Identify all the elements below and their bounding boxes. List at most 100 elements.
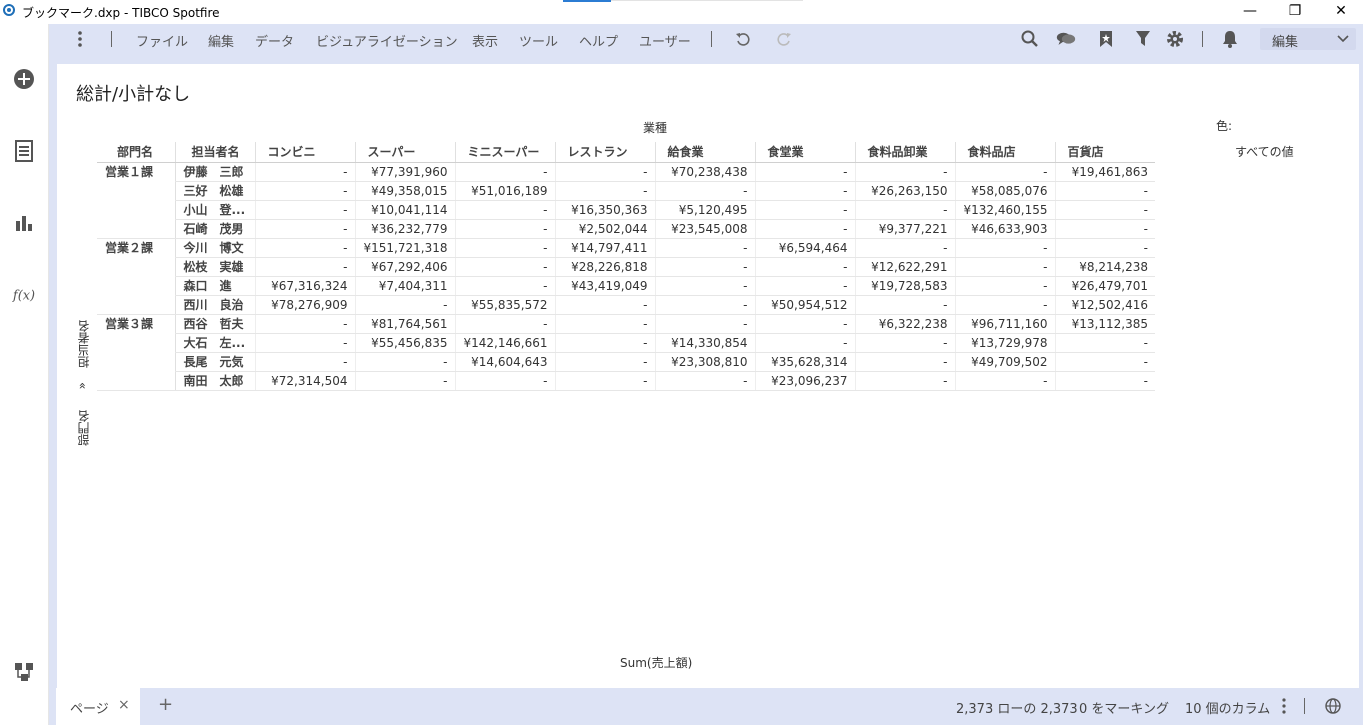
restore-button[interactable]: ❐ [1285,2,1305,20]
value-cell[interactable]: - [554,162,655,182]
value-cell[interactable]: ¥36,232,779 [354,219,455,239]
value-cell[interactable]: ¥55,835,572 [454,295,555,315]
value-cell[interactable]: - [454,314,555,334]
table-row[interactable]: 大石 左... - ¥55,456,835 ¥142,146,661- ¥14,330,… [97,333,1155,353]
person-cell[interactable]: 伊藤 三郎 [174,162,255,182]
value-cell[interactable]: - [654,314,755,334]
menu-tools[interactable]: ツール [519,31,558,50]
value-cell[interactable]: - [754,276,855,296]
value-cell[interactable]: - [754,200,855,220]
value-cell[interactable]: ¥14,604,643 [454,352,555,372]
person-cell[interactable]: 石崎 茂男 [174,219,255,239]
value-cell[interactable]: - [554,181,655,201]
value-cell[interactable]: ¥6,322,238 [854,314,955,334]
notification-bell-icon[interactable] [1220,29,1240,49]
value-cell[interactable]: ¥7,404,311 [354,276,455,296]
value-cell[interactable]: - [1054,333,1155,353]
value-cell[interactable]: ¥72,314,504 [254,371,355,391]
dept-cell[interactable]: 営業３課 [97,314,175,391]
value-cell[interactable]: - [954,371,1055,391]
value-cell[interactable]: ¥50,954,512 [754,295,855,315]
value-cell[interactable]: ¥81,764,561 [354,314,455,334]
value-cell[interactable]: - [654,371,755,391]
menu-user[interactable]: ユーザー [639,31,691,50]
more-vertical-icon[interactable] [70,29,90,49]
row-axis-label-person[interactable]: 担当者名 [75,320,92,368]
value-cell[interactable]: ¥19,728,583 [854,276,955,296]
value-cell[interactable]: ¥23,096,237 [754,371,855,391]
value-cell[interactable]: - [854,371,955,391]
value-cell[interactable]: ¥10,041,114 [354,200,455,220]
value-cell[interactable]: ¥49,709,502 [954,352,1055,372]
minimize-button[interactable]: — [1240,2,1260,20]
menu-data[interactable]: データ [255,31,294,50]
value-cell[interactable]: - [354,352,455,372]
close-page-icon[interactable]: × [118,697,130,713]
value-cell[interactable]: - [1054,219,1155,239]
value-cell[interactable]: - [254,219,355,239]
undo-icon[interactable] [733,29,753,49]
value-cell[interactable]: - [954,238,1055,258]
value-cell[interactable]: - [454,276,555,296]
cross-table[interactable]: 部門名 担当者名 コンビニ スーパー ミニスーパー レストラン 給食業 食堂業 食料品卸業食… [97,142,1155,391]
column-header[interactable]: 食堂業 [754,142,855,163]
data-canvas-icon[interactable] [12,660,36,684]
table-row[interactable]: 営業１課 伊藤 三郎 - ¥77,391,960- - ¥70,238,438- - - ¥19… [97,162,1155,239]
settings-gear-icon[interactable] [1165,29,1185,49]
search-icon[interactable] [1020,29,1040,49]
person-cell[interactable]: 今川 博文 [174,238,255,258]
column-header[interactable]: スーパー [354,142,455,163]
value-cell[interactable]: - [254,257,355,277]
data-panel-icon[interactable] [12,139,36,163]
value-cell[interactable]: - [454,257,555,277]
column-header[interactable]: 食料品店 [954,142,1055,163]
value-cell[interactable]: - [954,257,1055,277]
column-header[interactable]: 百貨店 [1054,142,1155,163]
page-tab[interactable]: ページ × [56,688,140,725]
value-cell[interactable]: ¥12,622,291 [854,257,955,277]
value-cell[interactable]: - [554,371,655,391]
value-cell[interactable]: - [854,352,955,372]
value-cell[interactable]: - [254,162,355,182]
value-cell[interactable]: - [554,333,655,353]
value-cell[interactable]: - [454,219,555,239]
table-row[interactable]: 営業２課 今川 博文 - ¥151,721,318- ¥14,797,411- ¥6,59… [97,238,1155,315]
value-cell[interactable]: - [654,276,755,296]
value-cell[interactable]: ¥9,377,221 [854,219,955,239]
value-cell[interactable]: - [254,314,355,334]
column-header[interactable]: ミニスーパー [454,142,555,163]
dept-cell[interactable]: 営業１課 [97,162,175,239]
person-cell[interactable]: 南田 太郎 [174,371,255,391]
value-cell[interactable]: ¥13,112,385 [1054,314,1155,334]
column-header[interactable]: コンビニ [254,142,355,163]
legend-item[interactable]: すべての値 [1235,143,1294,160]
value-cell[interactable]: - [954,162,1055,182]
value-cell[interactable]: - [454,200,555,220]
value-cell[interactable]: - [1054,371,1155,391]
person-cell[interactable]: 三好 松雄 [174,181,255,201]
value-cell[interactable]: - [354,371,455,391]
value-cell[interactable]: ¥26,479,701 [1054,276,1155,296]
value-cell[interactable]: - [254,181,355,201]
menu-file[interactable]: ファイル [136,31,188,50]
more-vertical-icon[interactable] [1274,696,1294,716]
value-cell[interactable]: ¥70,238,438 [654,162,755,182]
add-page-button[interactable]: + [158,694,173,715]
value-cell[interactable]: ¥19,461,863 [1054,162,1155,182]
value-cell[interactable]: - [454,162,555,182]
value-cell[interactable]: ¥5,120,495 [654,200,755,220]
visualization-title[interactable]: 総計/小計なし [76,80,190,106]
value-cell[interactable]: ¥77,391,960 [354,162,455,182]
redo-icon[interactable] [774,29,794,49]
value-cell[interactable]: - [754,219,855,239]
person-cell[interactable]: 長尾 元気 [174,352,255,372]
table-row[interactable]: 長尾 元気 - - ¥14,604,643- ¥23,308,810 ¥35,628,31… [97,352,1155,372]
person-cell[interactable]: 松枝 実雄 [174,257,255,277]
value-cell[interactable]: ¥142,146,661 [454,333,555,353]
function-icon[interactable]: f(x) [12,283,36,307]
column-header[interactable]: 食料品卸業 [854,142,955,163]
person-cell[interactable]: 小山 登... [174,200,255,220]
value-cell[interactable]: - [654,295,755,315]
value-cell[interactable]: - [654,257,755,277]
value-cell[interactable]: - [754,314,855,334]
